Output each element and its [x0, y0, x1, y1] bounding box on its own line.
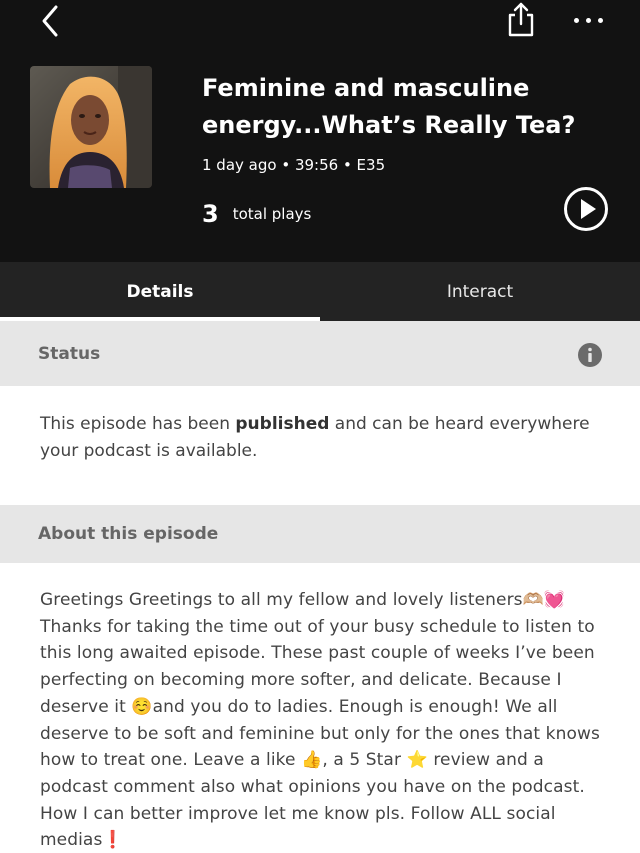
- status-text-before: This episode has been: [40, 414, 236, 434]
- episode-header: Feminine and masculine energy...What’s R…: [0, 0, 640, 262]
- more-horizontal-icon: [586, 18, 591, 23]
- status-published-word: published: [235, 414, 330, 434]
- more-options-button[interactable]: [568, 8, 608, 32]
- status-message: This episode has been published and can …: [40, 411, 610, 465]
- tab-interact[interactable]: Interact: [320, 262, 640, 321]
- about-heading: About this episode: [0, 505, 640, 563]
- episode-title: Feminine and masculine energy...What’s R…: [202, 74, 576, 139]
- episode-meta: 1 day ago • 39:56 • E35: [202, 156, 386, 174]
- episode-cover-art: [30, 66, 152, 188]
- status-info-button[interactable]: [578, 343, 602, 367]
- plays-count: 3: [202, 200, 219, 228]
- chevron-left-icon: [42, 5, 58, 37]
- back-button[interactable]: [36, 4, 66, 38]
- more-horizontal-icon: [574, 18, 579, 23]
- more-horizontal-icon: [598, 18, 603, 23]
- play-circle-icon: [564, 187, 608, 231]
- plays-label: total plays: [232, 205, 312, 223]
- share-icon: [508, 2, 534, 37]
- tab-bar: Details Interact: [0, 262, 640, 321]
- play-button[interactable]: [563, 186, 609, 232]
- share-button[interactable]: [506, 0, 536, 38]
- episode-description: Greetings Greetings to all my fellow and…: [40, 590, 600, 851]
- info-icon: [578, 343, 602, 367]
- total-plays: 3 total plays: [202, 200, 311, 228]
- status-heading: Status: [0, 321, 640, 386]
- tab-details[interactable]: Details: [0, 262, 320, 321]
